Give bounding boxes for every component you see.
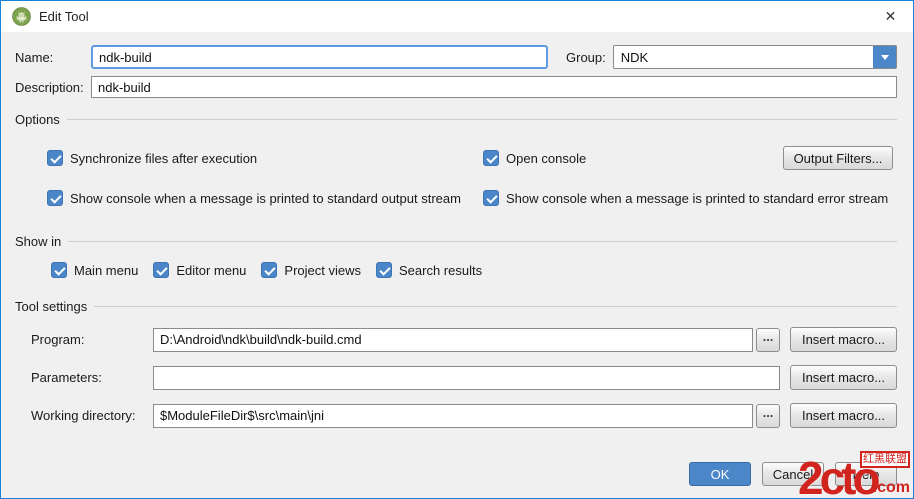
name-label: Name:: [15, 50, 91, 65]
show-in-section-label: Show in: [15, 234, 61, 249]
close-icon[interactable]: ✕: [868, 1, 913, 32]
program-input[interactable]: [153, 328, 753, 352]
checkbox-label: Main menu: [74, 263, 138, 278]
program-browse-button[interactable]: ...: [756, 328, 780, 352]
checkbox-main-menu[interactable]: Main menu: [51, 262, 138, 278]
edit-tool-dialog: Edit Tool ✕ Name: Group: NDK Description…: [0, 0, 914, 499]
working-directory-label: Working directory:: [31, 408, 153, 423]
parameters-insert-macro-button[interactable]: Insert macro...: [790, 365, 897, 390]
description-input[interactable]: [91, 76, 897, 98]
checkbox-search-results[interactable]: Search results: [376, 262, 482, 278]
tool-settings-section-header: Tool settings: [15, 298, 897, 314]
name-input[interactable]: [91, 45, 548, 69]
working-directory-input[interactable]: [153, 404, 753, 428]
checkbox-label: Show console when a message is printed t…: [506, 191, 888, 206]
cancel-button[interactable]: Cancel: [762, 462, 824, 486]
checkbox-synchronize-files[interactable]: Synchronize files after execution: [47, 150, 483, 166]
options-section-header: Options: [15, 111, 897, 127]
checkbox-checked-icon[interactable]: [376, 262, 392, 278]
group-label: Group:: [566, 50, 606, 65]
checkbox-show-console-stdout[interactable]: Show console when a message is printed t…: [47, 190, 483, 206]
checkbox-checked-icon[interactable]: [153, 262, 169, 278]
show-in-section-header: Show in: [15, 233, 897, 249]
show-in-row: Main menu Editor menu Project views Sear…: [15, 261, 897, 279]
program-label: Program:: [31, 332, 153, 347]
dialog-content: Name: Group: NDK Description: Options Sy…: [1, 32, 913, 498]
checkbox-label: Search results: [399, 263, 482, 278]
checkbox-project-views[interactable]: Project views: [261, 262, 361, 278]
titlebar: Edit Tool ✕: [1, 1, 913, 32]
parameters-input[interactable]: [153, 366, 780, 390]
chevron-down-icon: [881, 55, 889, 60]
parameters-label: Parameters:: [31, 370, 153, 385]
group-selected-value: NDK: [614, 50, 873, 65]
checkbox-open-console[interactable]: Open console: [483, 150, 586, 166]
options-row-2: Show console when a message is printed t…: [15, 189, 897, 207]
description-label: Description:: [15, 80, 91, 95]
working-directory-browse-button[interactable]: ...: [756, 404, 780, 428]
help-button[interactable]: Help: [835, 462, 897, 486]
ok-button[interactable]: OK: [689, 462, 751, 486]
group-dropdown-button[interactable]: [873, 46, 896, 68]
checkbox-label: Project views: [284, 263, 361, 278]
checkbox-checked-icon[interactable]: [261, 262, 277, 278]
show-in-section-divider: [68, 241, 897, 242]
checkbox-label: Show console when a message is printed t…: [70, 191, 461, 206]
program-row: Program: ... Insert macro...: [15, 327, 897, 352]
tool-settings-section-label: Tool settings: [15, 299, 87, 314]
working-directory-insert-macro-button[interactable]: Insert macro...: [790, 403, 897, 428]
checkbox-label: Editor menu: [176, 263, 246, 278]
name-group-row: Name: Group: NDK: [15, 45, 897, 69]
checkbox-editor-menu[interactable]: Editor menu: [153, 262, 246, 278]
checkbox-checked-icon[interactable]: [51, 262, 67, 278]
android-studio-icon: [12, 7, 31, 26]
checkbox-checked-icon[interactable]: [47, 150, 63, 166]
options-section-label: Options: [15, 112, 60, 127]
footer-button-bar: OK Cancel Help: [15, 462, 897, 486]
dialog-title: Edit Tool: [39, 9, 89, 24]
working-directory-row: Working directory: ... Insert macro...: [15, 403, 897, 428]
description-row: Description:: [15, 76, 897, 98]
checkbox-label: Synchronize files after execution: [70, 151, 257, 166]
checkbox-checked-icon[interactable]: [47, 190, 63, 206]
output-filters-button[interactable]: Output Filters...: [783, 146, 893, 170]
group-select[interactable]: NDK: [613, 45, 897, 69]
tool-settings-section-divider: [94, 306, 897, 307]
parameters-row: Parameters: Insert macro...: [15, 365, 897, 390]
checkbox-checked-icon[interactable]: [483, 190, 499, 206]
options-section-divider: [67, 119, 897, 120]
program-insert-macro-button[interactable]: Insert macro...: [790, 327, 897, 352]
options-row-1: Synchronize files after execution Open c…: [15, 146, 897, 170]
checkbox-checked-icon[interactable]: [483, 150, 499, 166]
checkbox-show-console-stderr[interactable]: Show console when a message is printed t…: [483, 190, 888, 206]
checkbox-label: Open console: [506, 151, 586, 166]
